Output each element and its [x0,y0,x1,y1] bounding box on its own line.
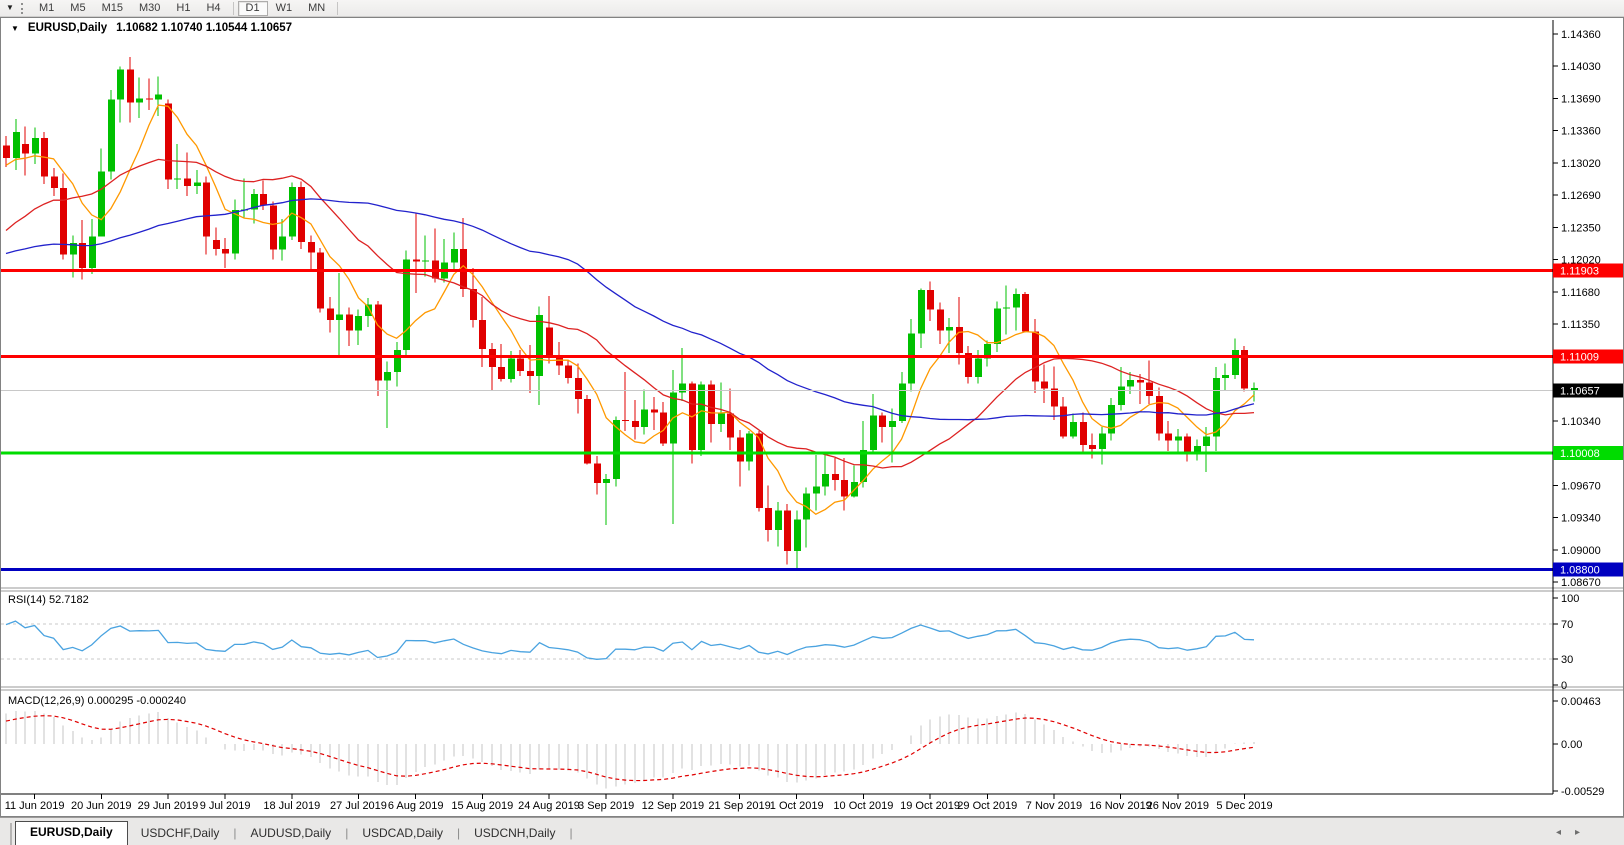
svg-text:1.14360: 1.14360 [1561,29,1601,41]
toolbar-separator [233,2,234,15]
timeframe-m1-button[interactable]: M1 [31,1,62,16]
svg-text:1.12690: 1.12690 [1561,190,1601,202]
tab-usdcnh[interactable]: USDCNH,Daily [461,823,568,845]
svg-text:29 Oct 2019: 29 Oct 2019 [957,800,1017,812]
macd-panel: 0.00463 0.00 -0.00529 [6,696,1604,798]
svg-text:1.10340: 1.10340 [1561,416,1601,428]
timeframe-buttons: M1M5M15M30H1H4 D1W1MN [31,1,342,16]
svg-text:1.11009: 1.11009 [1560,352,1599,364]
svg-text:20 Jun 2019: 20 Jun 2019 [71,800,132,812]
svg-text:1.09000: 1.09000 [1561,545,1601,557]
svg-text:1.13360: 1.13360 [1561,125,1601,137]
timeframe-mn-button[interactable]: MN [300,1,333,16]
chart-title: ▼ EURUSD,Daily 1.10682 1.10740 1.10544 1… [11,22,292,34]
rsi-indicator-label: RSI(14) 52.7182 [8,594,89,606]
chart-tabs: EURUSD,DailyUSDCHF,Daily|AUDUSD,Daily|US… [15,821,574,845]
ma-slow-line [6,199,1254,420]
tab-usdchf[interactable]: USDCHF,Daily [128,823,233,845]
svg-text:27 Jul 2019: 27 Jul 2019 [330,800,387,812]
tab-scroll-left-icon[interactable]: ◂ [1556,827,1561,838]
timeframe-h1-button[interactable]: H1 [168,1,198,16]
price-axis: 1.14360 1.14030 1.13690 1.13360 1.13020 1.126… [1553,29,1601,589]
chart-title-dropdown-icon[interactable]: ▼ [11,24,19,33]
svg-text:6 Aug 2019: 6 Aug 2019 [388,800,444,812]
rsi-panel: 100 70 30 0 [1,593,1579,692]
tab-eurusd[interactable]: EURUSD,Daily [15,821,128,845]
toolbar-grip[interactable] [21,3,25,14]
svg-text:29 Jun 2019: 29 Jun 2019 [138,800,199,812]
tab-usdcad[interactable]: USDCAD,Daily [349,823,456,845]
svg-text:1.10657: 1.10657 [1560,386,1600,398]
svg-text:12 Sep 2019: 12 Sep 2019 [642,800,704,812]
svg-text:1 Oct 2019: 1 Oct 2019 [770,800,824,812]
svg-text:3 Sep 2019: 3 Sep 2019 [578,800,634,812]
rsi-line [6,621,1254,659]
svg-text:1.13690: 1.13690 [1561,94,1601,106]
chart-canvas[interactable]: 1.14360 1.14030 1.13690 1.13360 1.13020 1.126… [1,18,1623,816]
candles [3,57,1258,570]
tab-bar-grip[interactable] [0,823,12,845]
chart-ohlc-values: 1.10682 1.10740 1.10544 1.10657 [116,22,292,34]
svg-text:11 Jun 2019: 11 Jun 2019 [5,800,65,812]
svg-text:1.11903: 1.11903 [1560,266,1599,278]
tab-separator: | [568,823,573,845]
time-axis: 11 Jun 2019 20 Jun 2019 29 Jun 20199 Jul 2… [5,794,1273,812]
svg-text:16 Nov 2019: 16 Nov 2019 [1089,800,1151,812]
svg-text:1.09340: 1.09340 [1561,512,1601,524]
svg-text:1.08670: 1.08670 [1561,577,1601,589]
chart-list-dropdown-icon[interactable]: ▼ [3,1,17,15]
chart-symbol-period: EURUSD,Daily [28,22,107,34]
chart-tab-bar: EURUSD,DailyUSDCHF,Daily|AUDUSD,Daily|US… [0,817,1624,845]
timeframe-d1-button[interactable]: D1 [238,1,268,16]
svg-text:26 Nov 2019: 26 Nov 2019 [1147,800,1209,812]
timeframe-m15-button[interactable]: M15 [94,1,131,16]
svg-text:7 Nov 2019: 7 Nov 2019 [1026,800,1082,812]
svg-text:30: 30 [1561,654,1573,666]
svg-text:1.10008: 1.10008 [1560,448,1600,460]
svg-text:9 Jul 2019: 9 Jul 2019 [200,800,251,812]
svg-text:1.14030: 1.14030 [1561,61,1601,73]
macd-signal-line [6,716,1254,781]
timeframe-toolbar: ▼ M1M5M15M30H1H4 D1W1MN [0,0,1624,17]
timeframe-h4-button[interactable]: H4 [198,1,228,16]
svg-text:1.13020: 1.13020 [1561,158,1601,170]
macd-indicator-label: MACD(12,26,9) 0.000295 -0.000240 [8,695,186,707]
svg-text:5 Dec 2019: 5 Dec 2019 [1216,800,1272,812]
timeframe-m30-button[interactable]: M30 [131,1,168,16]
svg-text:19 Oct 2019: 19 Oct 2019 [900,800,960,812]
svg-text:10 Oct 2019: 10 Oct 2019 [833,800,893,812]
svg-text:1.09670: 1.09670 [1561,481,1601,493]
svg-text:18 Jul 2019: 18 Jul 2019 [263,800,320,812]
toolbar-separator [337,2,338,15]
chart-window: 1.14360 1.14030 1.13690 1.13360 1.13020 1.126… [0,17,1624,817]
svg-text:100: 100 [1561,593,1579,605]
tab-scroll-right-icon[interactable]: ▸ [1575,827,1580,838]
svg-text:1.12350: 1.12350 [1561,223,1601,235]
svg-text:0.00463: 0.00463 [1561,696,1601,708]
svg-text:0.00: 0.00 [1561,739,1582,751]
svg-text:21 Sep 2019: 21 Sep 2019 [708,800,770,812]
svg-text:1.11350: 1.11350 [1561,319,1600,331]
svg-text:1.08800: 1.08800 [1560,564,1600,576]
svg-text:15 Aug 2019: 15 Aug 2019 [451,800,513,812]
tab-audusd[interactable]: AUDUSD,Daily [238,823,345,845]
svg-text:0: 0 [1561,680,1567,692]
svg-text:1.11680: 1.11680 [1561,287,1600,299]
svg-text:70: 70 [1561,619,1573,631]
svg-text:24 Aug 2019: 24 Aug 2019 [518,800,580,812]
svg-text:-0.00529: -0.00529 [1561,786,1604,798]
timeframe-m5-button[interactable]: M5 [62,1,93,16]
timeframe-w1-button[interactable]: W1 [268,1,301,16]
